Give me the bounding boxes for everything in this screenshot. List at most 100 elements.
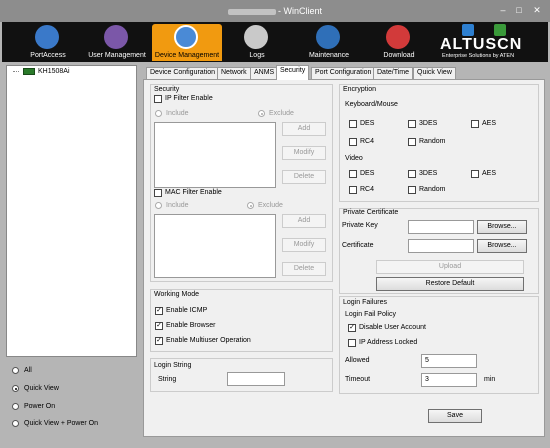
toolbar-device-management[interactable]: Device Management <box>152 24 222 61</box>
download-icon <box>386 25 410 49</box>
allowed-input[interactable]: 5 <box>421 354 477 368</box>
km-random-checkbox[interactable] <box>408 138 416 146</box>
ip-add-button[interactable]: Add <box>282 122 326 136</box>
toolbar-label: Maintenance <box>308 52 350 59</box>
login-string-title: Login String <box>154 362 192 369</box>
video-des-checkbox[interactable] <box>349 170 357 178</box>
enable-multiuser-checkbox[interactable]: ✓ <box>155 337 163 345</box>
logout-icon[interactable] <box>494 24 506 36</box>
tab-date-time[interactable]: Date/Time <box>373 67 414 79</box>
tree-node-kh1508ai[interactable]: KH1508Ai <box>38 68 70 75</box>
toolbar-label: PortAccess <box>30 52 66 59</box>
tab-device-configuration[interactable]: Device Configuration <box>146 67 219 79</box>
save-button[interactable]: Save <box>428 409 482 423</box>
mac-filter-list[interactable] <box>154 214 276 278</box>
tab-network[interactable]: Network <box>217 67 251 79</box>
ip-exclude-radio[interactable] <box>258 110 265 117</box>
user-management-icon <box>104 25 128 49</box>
ip-delete-button[interactable]: Delete <box>282 170 326 184</box>
mac-add-button[interactable]: Add <box>282 214 326 228</box>
security-group-title: Security <box>154 86 180 93</box>
brand-logo: ALTUSCN <box>440 36 523 53</box>
video-random-checkbox[interactable] <box>408 186 416 194</box>
toolbar-port-access[interactable]: PortAccess <box>13 24 83 61</box>
restore-default-button[interactable]: Restore Default <box>376 277 524 291</box>
disable-user-checkbox[interactable]: ✓ <box>348 324 356 332</box>
view-filter: All Quick View Power On Quick View + Pow… <box>6 360 137 438</box>
ip-filter-label: IP Filter Enable <box>165 95 213 102</box>
toolbar-maintenance[interactable]: Maintenance <box>294 24 364 61</box>
toolbar-label: User Management <box>88 52 146 59</box>
view-power-on-label: Power On <box>24 403 56 410</box>
view-power-on-radio[interactable] <box>12 403 19 410</box>
toolbar-user-management[interactable]: User Management <box>82 24 152 61</box>
video-rc4-label: RC4 <box>360 186 375 193</box>
private-key-browse-button[interactable]: Browse... <box>477 220 527 234</box>
mac-exclude-radio[interactable] <box>247 202 254 209</box>
mac-delete-button[interactable]: Delete <box>282 262 326 276</box>
help-icon[interactable] <box>462 24 474 36</box>
km-3des-label: 3DES <box>419 120 438 127</box>
km-aes-label: AES <box>482 120 497 127</box>
redacted-host <box>227 8 276 15</box>
video-aes-checkbox[interactable] <box>471 170 479 178</box>
view-all-label: All <box>24 367 32 374</box>
private-key-input[interactable] <box>408 220 474 234</box>
maximize-button[interactable]: □ <box>513 5 525 16</box>
video-rc4-checkbox[interactable] <box>349 186 357 194</box>
km-aes-checkbox[interactable] <box>471 120 479 128</box>
timeout-input[interactable]: 3 <box>421 373 477 387</box>
ip-modify-button[interactable]: Modify <box>282 146 326 160</box>
tab-port-configuration[interactable]: Port Configuration <box>311 67 376 79</box>
video-des-label: DES <box>360 170 375 177</box>
view-all-radio[interactable] <box>12 367 19 374</box>
video-label: Video <box>345 155 363 162</box>
allowed-label: Allowed <box>345 357 370 364</box>
toolbar-label: Download <box>383 52 415 59</box>
minimize-button[interactable]: – <box>497 5 509 16</box>
view-quick-power-radio[interactable] <box>12 420 19 427</box>
km-des-label: DES <box>360 120 375 127</box>
timeout-unit: min <box>484 376 496 383</box>
certificate-input[interactable] <box>408 239 474 253</box>
mac-filter-checkbox[interactable] <box>154 189 162 197</box>
device-tree: KH1508Ai <box>6 65 137 357</box>
enable-icmp-checkbox[interactable]: ✓ <box>155 307 163 315</box>
ip-locked-label: IP Address Locked <box>359 339 418 346</box>
toolbar-download[interactable]: Download <box>364 24 434 61</box>
title-bar: - WinClient – □ ✕ <box>0 0 550 22</box>
km-rc4-checkbox[interactable] <box>349 138 357 146</box>
login-string-input[interactable] <box>227 372 285 386</box>
toolbar-logs[interactable]: Logs <box>222 24 292 61</box>
km-des-checkbox[interactable] <box>349 120 357 128</box>
brand-tagline: Enterprise Solutions by ATEN <box>442 53 515 59</box>
tab-quick-view[interactable]: Quick View <box>413 67 456 79</box>
video-3des-label: 3DES <box>419 170 438 177</box>
mac-include-radio[interactable] <box>155 202 162 209</box>
ip-filter-checkbox[interactable] <box>154 95 162 103</box>
private-key-label: Private Key <box>342 222 378 229</box>
view-quick-radio[interactable] <box>12 385 19 392</box>
tab-anms[interactable]: ANMS <box>250 67 279 79</box>
video-3des-checkbox[interactable] <box>408 170 416 178</box>
ip-include-radio[interactable] <box>155 110 162 117</box>
ip-locked-checkbox[interactable] <box>348 339 356 347</box>
login-fail-policy-label: Login Fail Policy <box>345 311 396 318</box>
km-3des-checkbox[interactable] <box>408 120 416 128</box>
ip-filter-list[interactable] <box>154 122 276 188</box>
app-window: - WinClient – □ ✕ PortAccess User Manage… <box>0 0 550 448</box>
login-string-label: String <box>158 376 177 383</box>
close-button[interactable]: ✕ <box>531 5 543 16</box>
enable-browser-checkbox[interactable]: ✓ <box>155 322 163 330</box>
maintenance-icon <box>316 25 340 49</box>
ip-include-label: Include <box>166 110 189 117</box>
mac-modify-button[interactable]: Modify <box>282 238 326 252</box>
upload-button[interactable]: Upload <box>376 260 524 274</box>
logs-icon <box>244 25 268 49</box>
km-rc4-label: RC4 <box>360 138 375 145</box>
enable-icmp-label: Enable ICMP <box>166 307 208 314</box>
certificate-browse-button[interactable]: Browse... <box>477 239 527 253</box>
tab-security[interactable]: Security <box>276 65 310 80</box>
enable-multiuser-label: Enable Multiuser Operation <box>166 337 251 344</box>
tree-line <box>13 71 19 72</box>
